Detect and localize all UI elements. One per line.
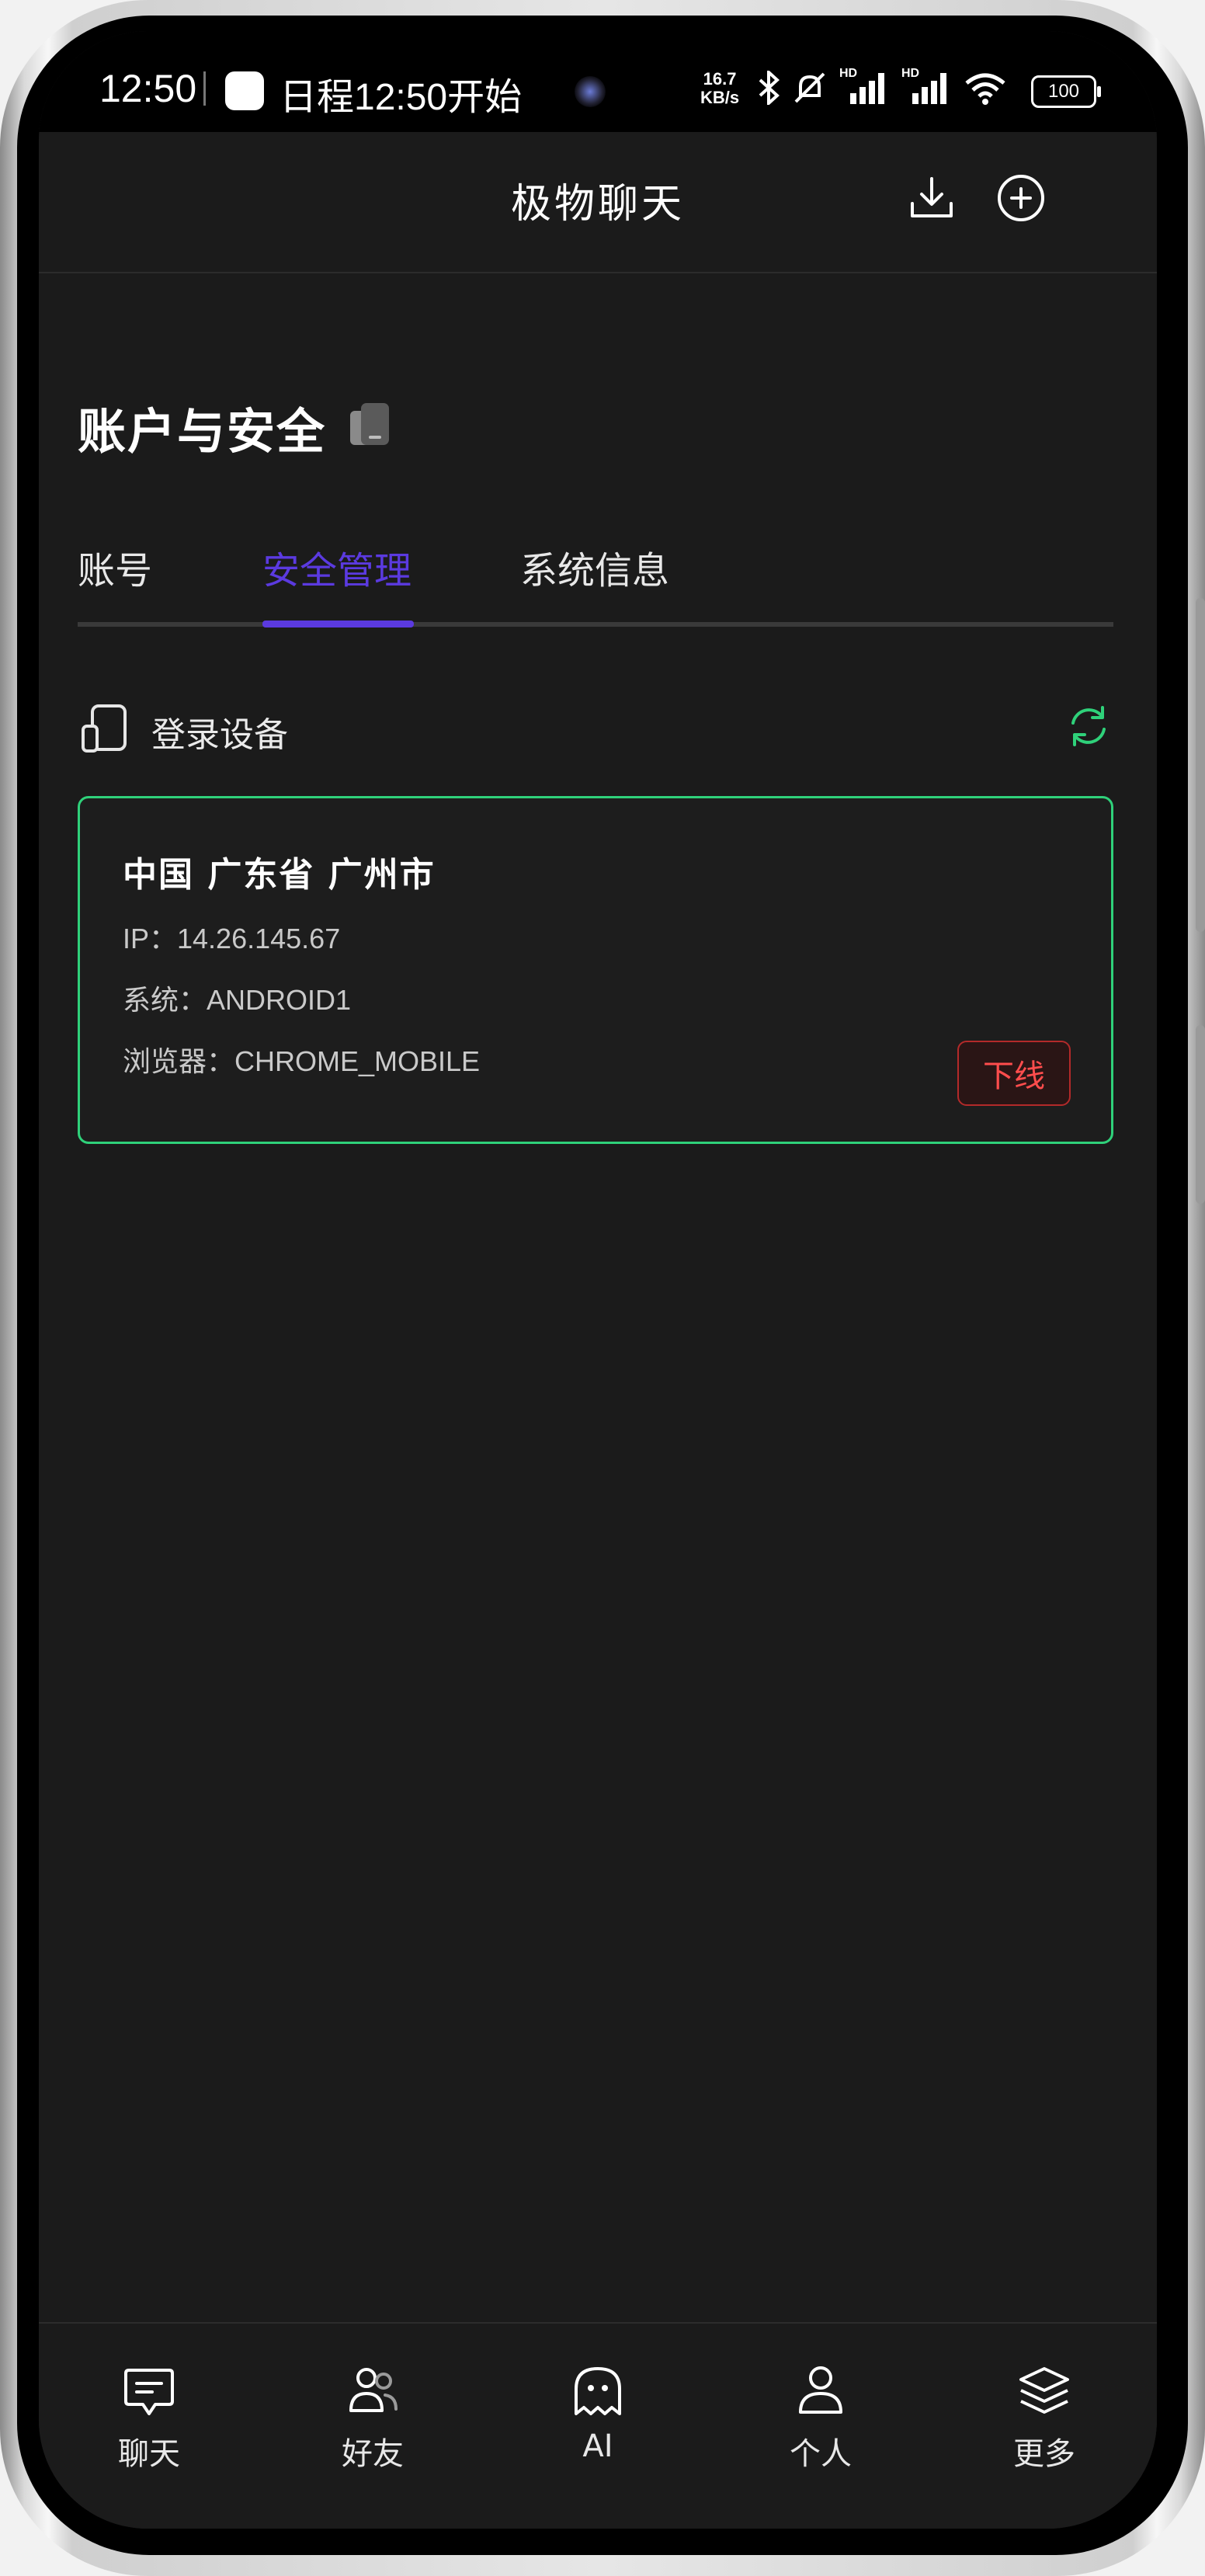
signal-1: HD (839, 67, 889, 106)
tab-account[interactable]: 账号 (78, 540, 152, 594)
nav-label-chat: 聊天 (118, 2436, 180, 2472)
layers-icon (1019, 2367, 1069, 2414)
status-notification: 日程12:50开始 (280, 77, 523, 118)
refresh-icon[interactable] (1065, 703, 1112, 749)
app-title: 极物聊天 (510, 181, 685, 228)
notification-app-icon (225, 71, 264, 110)
nav-item-ai[interactable]: AI (520, 2324, 675, 2479)
nav-item-more[interactable]: 更多 (967, 2324, 1122, 2479)
bluetooth-icon (759, 71, 780, 105)
bottom-nav: 聊天 好友 AI 个人 更多 (39, 2322, 1157, 2529)
mute-bell-icon (794, 72, 825, 103)
tab-system-info[interactable]: 系统信息 (520, 540, 669, 594)
chat-bubble-icon (124, 2369, 174, 2415)
net-speed: 16.7 KB/s (700, 70, 739, 107)
battery-indicator: 100 (1031, 75, 1101, 108)
signal-2: HD (901, 67, 951, 106)
person-icon (799, 2366, 842, 2414)
net-speed-unit: KB/s (700, 88, 740, 107)
status-bar: 12:50 日程12:50开始 16.7 KB/s HD HD 100 (39, 31, 1157, 132)
device-browser: 浏览器：CHROME_MOBILE (123, 1045, 481, 1077)
tab-divider (78, 622, 1113, 627)
nav-label-profile: 个人 (790, 2436, 852, 2472)
device-card: 中国 广东省 广州市 IP：14.26.145.67 系统：ANDROID1 浏… (78, 796, 1113, 1144)
nav-item-profile[interactable]: 个人 (743, 2324, 898, 2479)
nav-item-friends[interactable]: 好友 (295, 2324, 450, 2479)
power-button (1196, 1025, 1205, 1204)
nav-label-more: 更多 (1013, 2436, 1075, 2472)
wifi-icon (965, 73, 1005, 105)
status-time: 12:50 (99, 67, 197, 110)
status-separator (203, 71, 206, 106)
tab-security[interactable]: 安全管理 (262, 540, 412, 594)
signal-bars-icon (912, 73, 946, 104)
status-icons: HD HD (757, 67, 1007, 107)
app-header: 极物聊天 (39, 132, 1157, 273)
net-speed-value: 16.7 (703, 69, 737, 89)
nav-label-friends: 好友 (342, 2436, 404, 2472)
device-ip: IP：14.26.145.67 (123, 923, 341, 954)
friends-icon (349, 2368, 398, 2412)
nav-label-ai: AI (582, 2428, 613, 2464)
screen: 12:50 日程12:50开始 16.7 KB/s HD HD 100 极物聊天… (39, 31, 1157, 2529)
nav-item-chat[interactable]: 聊天 (71, 2324, 227, 2479)
ghost-icon (575, 2367, 621, 2415)
tab-bar: 账号 安全管理 系统信息 (78, 540, 1113, 629)
device-location: 中国 广东省 广州市 (123, 855, 436, 895)
plus-circle-icon[interactable] (995, 172, 1047, 224)
page-title: 账户与安全 (78, 403, 327, 460)
front-camera (575, 76, 606, 107)
tab-active-indicator (262, 621, 414, 627)
device-system: 系统：ANDROID1 (123, 984, 352, 1016)
section-title-login-devices: 登录设备 (151, 715, 288, 755)
devices-icon (82, 704, 127, 753)
volume-button (1196, 598, 1205, 932)
download-icon[interactable] (906, 172, 957, 224)
phone-frame: 12:50 日程12:50开始 16.7 KB/s HD HD 100 极物聊天… (0, 0, 1205, 2576)
signal-bars-icon (850, 73, 884, 104)
phone-badge-icon (350, 403, 389, 445)
offline-button[interactable]: 下线 (957, 1041, 1071, 1106)
